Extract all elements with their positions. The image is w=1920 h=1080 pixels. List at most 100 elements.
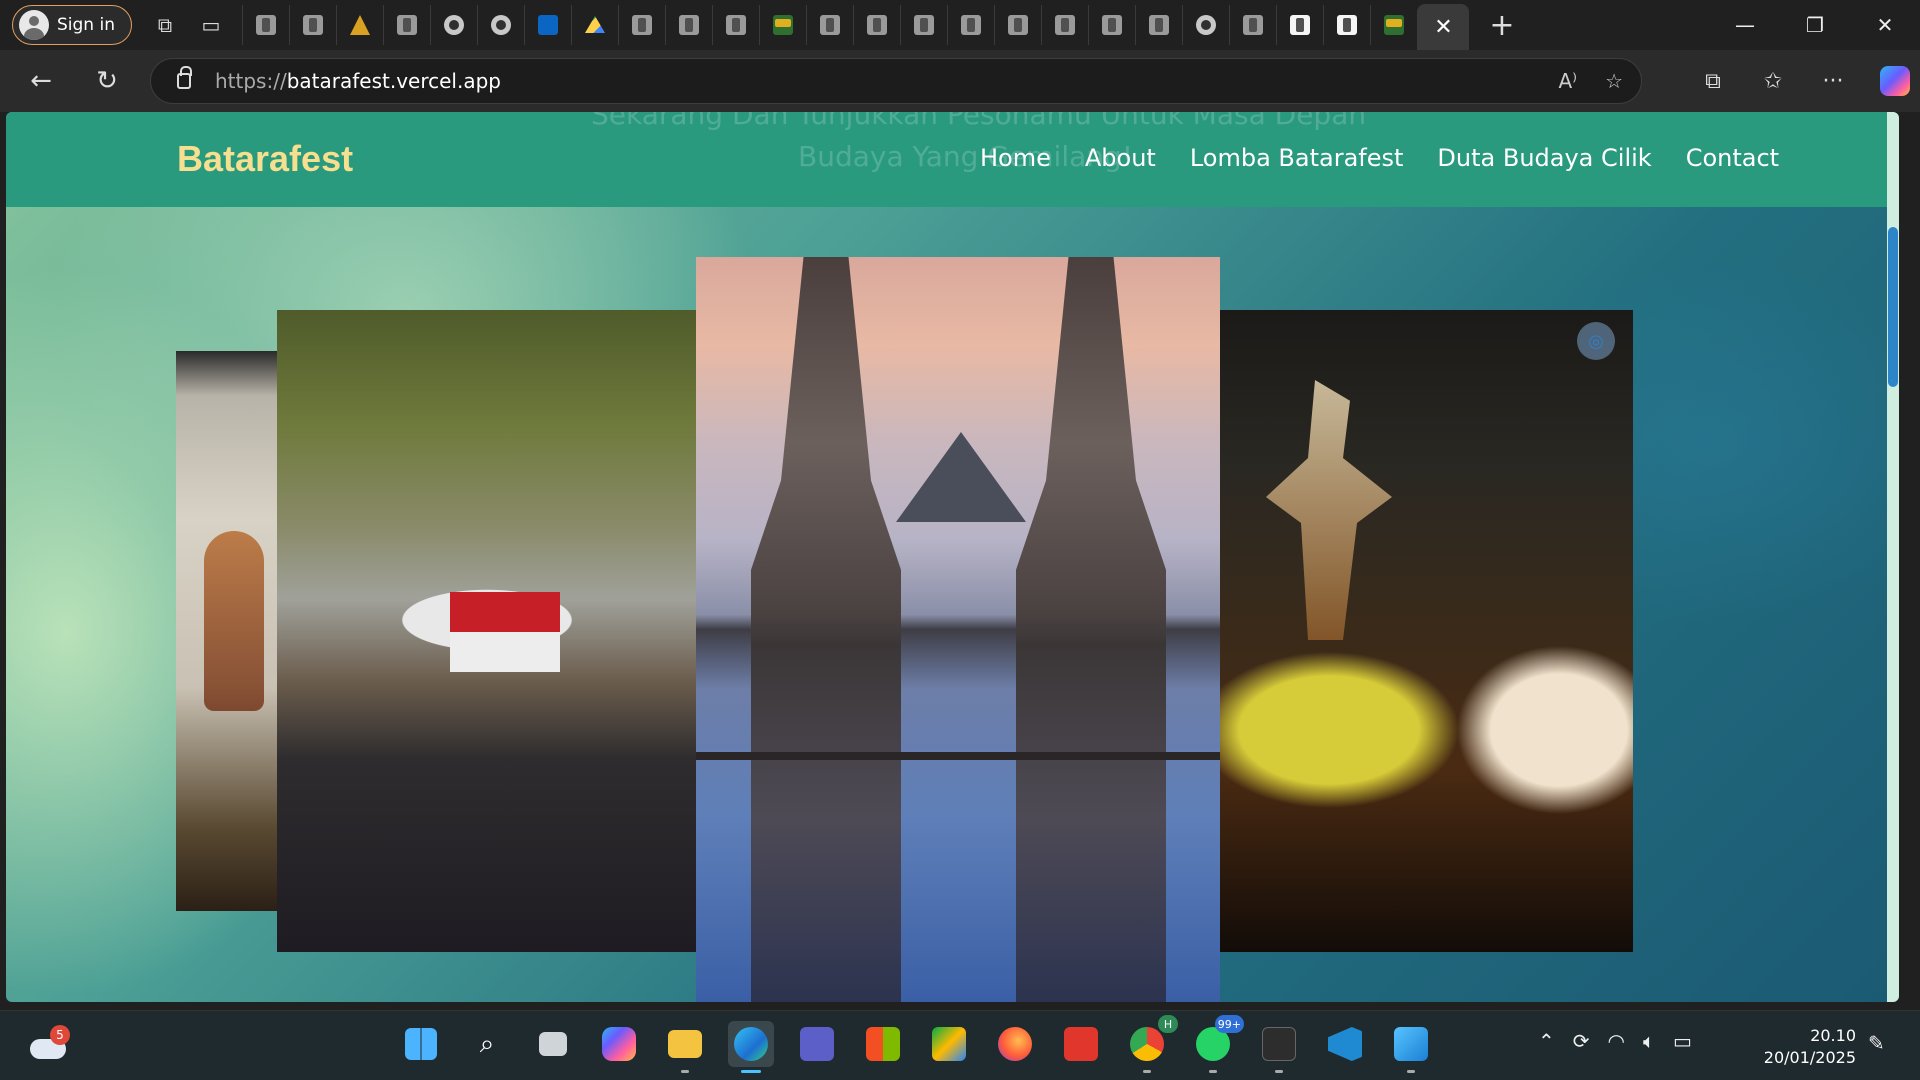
chevron-up-icon[interactable]: ⌃	[1538, 1029, 1555, 1053]
tab[interactable]	[1276, 5, 1323, 45]
task-view-button[interactable]	[530, 1021, 576, 1067]
page-scrollbar[interactable]	[1887, 112, 1899, 1002]
gallery-image-bali-temple-gate[interactable]	[696, 257, 1220, 1002]
tab[interactable]	[1323, 5, 1370, 45]
tab[interactable]	[242, 5, 289, 45]
tab[interactable]	[759, 5, 806, 45]
whatsapp-button[interactable]: 99+	[1190, 1015, 1244, 1073]
vscode-button[interactable]	[1322, 1021, 1368, 1067]
read-aloud-icon[interactable]: A⁾	[1558, 69, 1577, 93]
back-arrow-icon[interactable]: ←	[14, 59, 68, 103]
tab[interactable]	[477, 5, 524, 45]
nav-link-lomba[interactable]: Lomba Batarafest	[1190, 144, 1404, 172]
copilot-icon[interactable]	[1880, 66, 1910, 96]
sync-icon[interactable]: ⟳	[1573, 1029, 1590, 1053]
tab[interactable]	[524, 5, 571, 45]
store-button[interactable]	[860, 1021, 906, 1067]
tab[interactable]	[289, 5, 336, 45]
tab-favicon-icon	[1008, 15, 1028, 35]
tab[interactable]	[1229, 5, 1276, 45]
nav-link-contact[interactable]: Contact	[1686, 144, 1779, 172]
weather-widget[interactable]: 5	[28, 1025, 70, 1065]
vscode-icon	[1328, 1027, 1362, 1061]
search-button[interactable]: ⌕	[464, 1021, 510, 1067]
lock-icon	[177, 66, 192, 89]
wifi-icon[interactable]: ◠	[1608, 1029, 1625, 1053]
chrome-icon	[1130, 1027, 1164, 1061]
site-brand[interactable]: Batarafest	[177, 138, 353, 180]
extensions-icon[interactable]: ⧉	[1686, 59, 1740, 103]
tab-favicon-icon	[961, 15, 981, 35]
tab[interactable]	[665, 5, 712, 45]
tab[interactable]	[1370, 5, 1417, 45]
folder-icon	[668, 1030, 702, 1058]
favorites-icon[interactable]: ✩	[1746, 59, 1800, 103]
edge-button[interactable]	[728, 1021, 774, 1073]
gallery-image-festival-crowd[interactable]	[277, 310, 697, 952]
tab[interactable]	[1182, 5, 1229, 45]
chrome-button[interactable]: H	[1124, 1015, 1178, 1073]
nav-link-home[interactable]: Home	[980, 144, 1051, 172]
gallery-image-wayang-kulit[interactable]	[176, 351, 286, 911]
clock-date: 20/01/2025	[1763, 1048, 1856, 1067]
system-clock[interactable]: 20.10 20/01/2025	[1760, 1025, 1856, 1069]
firefox-button[interactable]	[992, 1021, 1038, 1067]
visual-search-icon[interactable]: ◎	[1577, 322, 1615, 360]
graduation-cap-icon	[773, 15, 793, 35]
terminal-button[interactable]	[1256, 1021, 1302, 1073]
tab[interactable]	[1135, 5, 1182, 45]
flag-red-stripe	[450, 592, 560, 632]
notification-icon[interactable]: ✎	[1868, 1031, 1885, 1055]
tab[interactable]	[618, 5, 665, 45]
close-window-button[interactable]: ✕	[1850, 0, 1920, 50]
copilot-app-icon	[602, 1027, 636, 1061]
tab-active-close-button[interactable]: ✕	[1417, 4, 1469, 50]
tab[interactable]	[336, 5, 383, 45]
tab[interactable]	[994, 5, 1041, 45]
battery-icon[interactable]: ▭	[1673, 1029, 1692, 1053]
nav-link-duta-budaya[interactable]: Duta Budaya Cilik	[1437, 144, 1651, 172]
file-explorer-button[interactable]	[662, 1021, 708, 1073]
temple-gate-left	[751, 257, 901, 1002]
refresh-icon[interactable]: ↻	[80, 59, 134, 103]
address-bar[interactable]: https://batarafest.vercel.app A⁾ ☆	[150, 58, 1642, 104]
tab[interactable]	[947, 5, 994, 45]
scrollbar-thumb[interactable]	[1888, 227, 1898, 387]
site-nav-menu: Home About Lomba Batarafest Duta Budaya …	[980, 144, 1779, 172]
more-menu-icon[interactable]: ···	[1806, 59, 1860, 103]
photos-button[interactable]	[1388, 1021, 1434, 1073]
teams-button[interactable]	[794, 1021, 840, 1067]
acrobat-button[interactable]	[1058, 1021, 1104, 1067]
tab-favicon-icon	[820, 15, 840, 35]
tab[interactable]	[571, 5, 618, 45]
tab[interactable]	[806, 5, 853, 45]
tab[interactable]	[853, 5, 900, 45]
url-text[interactable]: https://batarafest.vercel.app	[215, 69, 501, 93]
new-tab-button[interactable]: +	[1479, 5, 1525, 45]
tab-favicon-icon	[350, 15, 370, 35]
tab-actions-icon[interactable]: ▭	[188, 5, 234, 45]
volume-icon[interactable]: 🔈︎	[1643, 1029, 1655, 1053]
restore-button[interactable]: ❐	[1780, 0, 1850, 50]
temple-gate-right	[1016, 257, 1166, 1002]
tab[interactable]	[900, 5, 947, 45]
search-icon: ⌕	[479, 1028, 495, 1059]
favorite-star-icon[interactable]: ☆	[1605, 69, 1623, 93]
meet-button[interactable]	[926, 1021, 972, 1067]
tab[interactable]	[1041, 5, 1088, 45]
gallery-image-child-dalang[interactable]: ◎	[1219, 310, 1633, 952]
tab[interactable]	[383, 5, 430, 45]
nav-link-about[interactable]: About	[1085, 144, 1156, 172]
minimize-button[interactable]: —	[1710, 0, 1780, 50]
workspaces-icon[interactable]: ⧉	[142, 5, 188, 45]
start-button[interactable]	[398, 1021, 444, 1067]
sign-in-button[interactable]: Sign in	[12, 5, 132, 45]
tab[interactable]	[430, 5, 477, 45]
tab-list: ✕	[242, 0, 1469, 50]
browser-tab-strip: Sign in ⧉ ▭ ✕ + — ❐ ✕	[0, 0, 1920, 50]
copilot-taskbar-button[interactable]	[596, 1021, 642, 1067]
tab-favicon-icon	[1337, 15, 1357, 35]
tab[interactable]	[712, 5, 759, 45]
profile-avatar-icon	[19, 10, 49, 40]
tab[interactable]	[1088, 5, 1135, 45]
